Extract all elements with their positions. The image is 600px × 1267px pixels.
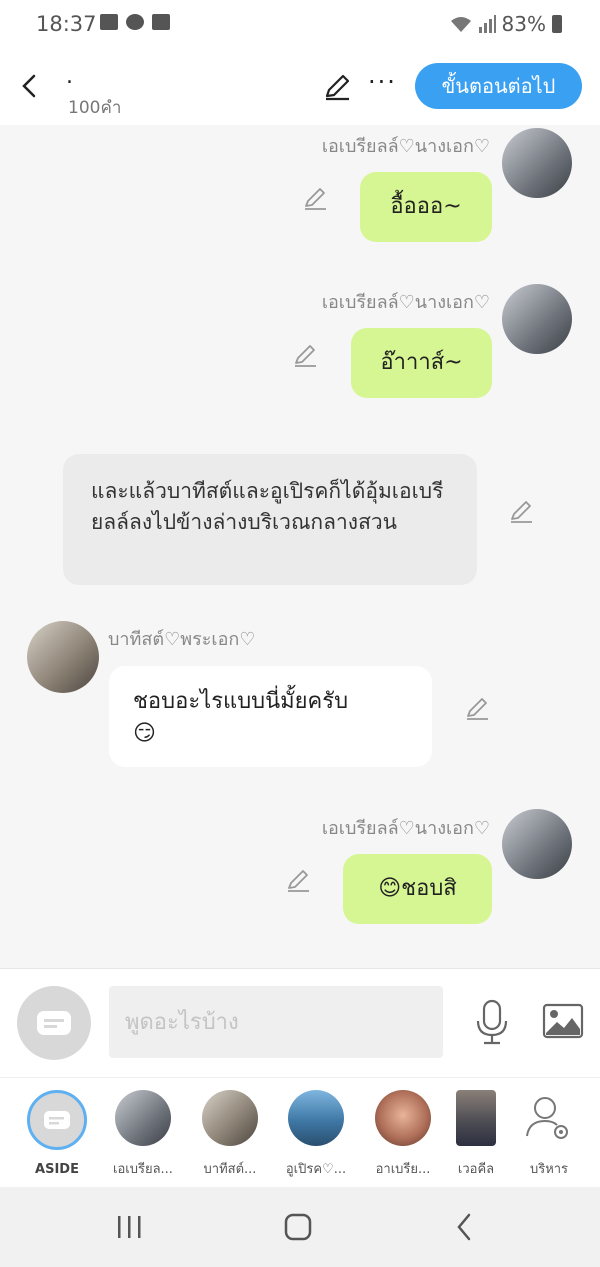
- manage-user-icon: [526, 1097, 568, 1139]
- speaker-avatar[interactable]: [502, 128, 572, 198]
- back-arrow-icon[interactable]: [14, 68, 44, 104]
- message-text: ชอบอะไรแบบนี่มั้ยครับ: [133, 689, 349, 714]
- speaker-avatar[interactable]: [502, 284, 572, 354]
- character-label: บาทีสต์...: [203, 1162, 257, 1177]
- character-item[interactable]: เวอคีล: [434, 1090, 518, 1179]
- speaker-name: เอเบรียลล์♡นางเอก♡: [321, 136, 490, 157]
- app-bar: . 100คำ ··· ขั้นตอนต่อไป: [0, 50, 600, 125]
- smirk-emoji: 😏: [133, 721, 156, 746]
- battery-percent: 83%: [501, 12, 546, 36]
- character-aside[interactable]: ASIDE: [15, 1090, 99, 1177]
- recent-apps-icon[interactable]: [115, 1213, 145, 1241]
- narration-bubble[interactable]: และแล้วบาทีสต์และอูเปิรคก็ได้อุ้มเอเบรีย…: [63, 454, 477, 585]
- character-item[interactable]: บาทีสต์...: [188, 1090, 272, 1179]
- message-bubble[interactable]: ชอบอะไรแบบนี่มั้ยครับ 😏: [109, 666, 432, 767]
- edit-message-icon[interactable]: [301, 184, 329, 212]
- battery-icon: [552, 15, 562, 33]
- more-icon[interactable]: ···: [368, 68, 397, 96]
- input-bar: [0, 968, 600, 1077]
- character-avatar: [202, 1090, 258, 1146]
- character-item[interactable]: เอเบรียล...: [101, 1090, 185, 1179]
- message-bubble[interactable]: 😊ชอบสิ: [343, 854, 492, 924]
- character-label: อูเปิรค♡...: [285, 1162, 347, 1177]
- character-label: เวอคีล: [457, 1162, 495, 1177]
- message-input[interactable]: [109, 986, 443, 1058]
- manage-characters-button[interactable]: บริหาร: [507, 1090, 591, 1179]
- message-bubble[interactable]: อ๊าาาส์~: [351, 328, 492, 398]
- character-label: ASIDE: [35, 1162, 79, 1177]
- status-icons: [100, 14, 170, 30]
- page-title: .: [66, 64, 73, 89]
- speaker-name: เอเบรียลล์♡นางเอก♡: [321, 292, 490, 313]
- sync-icon: [126, 14, 144, 30]
- aside-avatar: [27, 1090, 87, 1150]
- edit-message-icon[interactable]: [463, 694, 491, 722]
- character-label: บริหาร: [529, 1162, 569, 1177]
- character-avatar: [115, 1090, 171, 1146]
- wifi-icon: [450, 17, 471, 32]
- character-item[interactable]: อาเบรีย...: [361, 1090, 445, 1179]
- character-bar: ASIDE เอเบรียล... บาทีสต์... อูเปิรค♡...…: [0, 1077, 600, 1188]
- character-avatar: [456, 1090, 496, 1146]
- word-count: 100คำ: [68, 98, 122, 118]
- next-step-button[interactable]: ขั้นตอนต่อไป: [415, 63, 582, 109]
- edit-message-icon[interactable]: [291, 341, 319, 369]
- character-avatar: [288, 1090, 344, 1146]
- folder-icon: [152, 14, 170, 30]
- edit-title-icon[interactable]: [322, 72, 352, 102]
- edit-message-icon[interactable]: [507, 497, 535, 525]
- edit-message-icon[interactable]: [284, 866, 312, 894]
- aside-toggle-button[interactable]: [17, 986, 91, 1060]
- speaker-name: บาทีสต์♡พระเอก♡: [108, 629, 256, 650]
- gallery-icon: [100, 14, 118, 30]
- note-icon: [37, 1011, 71, 1035]
- status-bar: 18:37 83%: [0, 0, 600, 50]
- character-item[interactable]: อูเปิรค♡...: [274, 1090, 358, 1179]
- home-icon[interactable]: [282, 1211, 314, 1243]
- speaker-name: เอเบรียลล์♡นางเอก♡: [321, 818, 490, 839]
- image-icon[interactable]: [542, 1003, 584, 1039]
- system-nav-bar: [0, 1187, 600, 1267]
- back-icon[interactable]: [452, 1211, 476, 1243]
- status-time: 18:37: [36, 12, 97, 36]
- speaker-avatar[interactable]: [27, 621, 99, 693]
- message-bubble[interactable]: อื้อออ~: [360, 172, 492, 242]
- status-right: 83%: [450, 12, 562, 36]
- speaker-avatar[interactable]: [502, 809, 572, 879]
- note-icon: [44, 1111, 70, 1129]
- signal-icon: [478, 15, 496, 33]
- microphone-icon[interactable]: [474, 999, 510, 1045]
- character-label: อาเบรีย...: [375, 1162, 431, 1177]
- character-avatar: [375, 1090, 431, 1146]
- character-label: เอเบรียล...: [113, 1162, 173, 1177]
